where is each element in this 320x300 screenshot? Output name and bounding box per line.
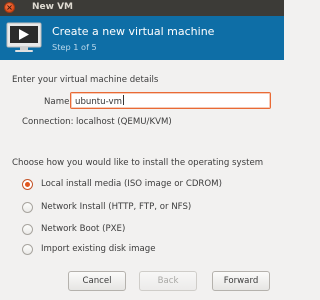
radio-unselected-icon[interactable]: [22, 202, 33, 213]
cancel-button[interactable]: Cancel: [68, 271, 126, 291]
name-label: Name:: [44, 97, 73, 107]
back-button[interactable]: Back: [139, 271, 197, 291]
details-heading: Enter your virtual machine details: [12, 75, 159, 85]
install-method-heading: Choose how you would like to install the…: [12, 158, 264, 168]
window-title: New VM: [32, 2, 74, 12]
radio-unselected-icon[interactable]: [22, 224, 33, 235]
forward-button[interactable]: Forward: [212, 271, 270, 291]
install-option-label[interactable]: Import existing disk image: [41, 244, 156, 254]
close-icon: ×: [6, 3, 13, 12]
vm-name-input[interactable]: ubuntu-vm: [70, 92, 271, 109]
text-caret: [122, 95, 124, 105]
wizard-header: Create a new virtual machine Step 1 of 5: [0, 16, 284, 60]
radio-selected-icon[interactable]: [22, 179, 33, 190]
wizard-title: Create a new virtual machine: [52, 25, 215, 38]
install-option-label[interactable]: Network Install (HTTP, FTP, or NFS): [41, 202, 191, 212]
connection-label: Connection:: [22, 117, 74, 127]
wizard-step-indicator: Step 1 of 5: [52, 42, 97, 52]
install-option-label[interactable]: Network Boot (PXE): [41, 224, 125, 234]
virtual-machine-monitor-icon: [6, 22, 42, 52]
connection-value: localhost (QEMU/KVM): [76, 117, 172, 127]
title-bar[interactable]: × New VM: [0, 0, 284, 16]
close-window-button[interactable]: ×: [4, 2, 15, 13]
install-option-label[interactable]: Local install media (ISO image or CDROM): [41, 179, 222, 189]
vm-name-value: ubuntu-vm: [75, 97, 122, 107]
radio-unselected-icon[interactable]: [22, 244, 33, 255]
new-vm-dialog: × New VM Create a new virtual machine St…: [0, 0, 284, 300]
